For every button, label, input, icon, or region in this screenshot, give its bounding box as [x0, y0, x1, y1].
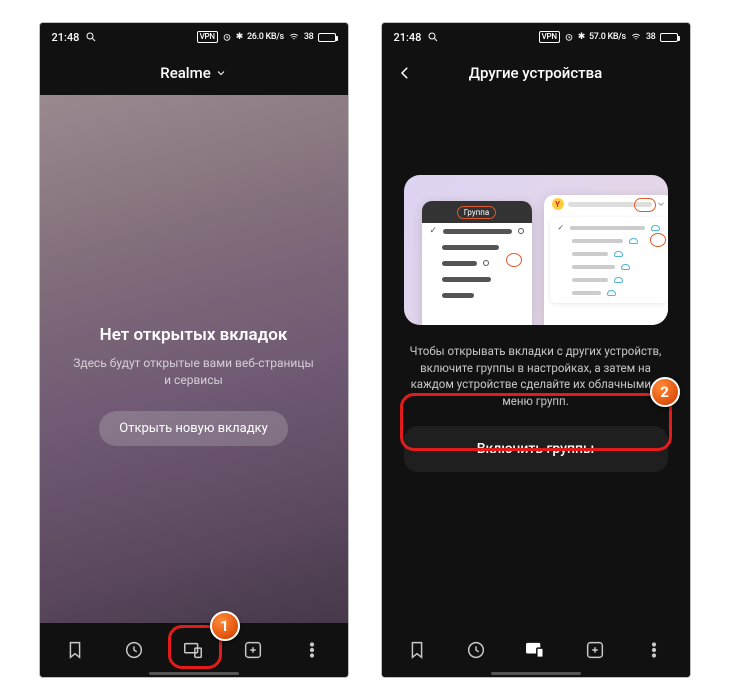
- battery-icon: [318, 33, 336, 42]
- app-header: Realme: [40, 51, 348, 95]
- chevron-down-icon[interactable]: [215, 67, 227, 79]
- step-badge-1: 1: [210, 611, 240, 641]
- search-icon: [427, 31, 439, 43]
- more-vertical-icon: [643, 639, 665, 661]
- illus-group-pill: Группа: [457, 206, 496, 219]
- app-header: Другие устройства: [382, 51, 690, 95]
- illus-tablet-mock: Y ✓: [544, 195, 668, 325]
- alarm-icon: [222, 32, 232, 42]
- net-speed: 57.0 KB/s: [589, 32, 626, 42]
- bookmarks-button[interactable]: [55, 630, 95, 670]
- devices-icon: [181, 639, 205, 661]
- net-speed: 26.0 KB/s: [247, 32, 284, 42]
- more-vertical-icon: [301, 639, 323, 661]
- illus-phone-mock: Группа ✓: [422, 201, 532, 325]
- tabs-screen-body: Нет открытых вкладок Здесь будут открыты…: [40, 95, 348, 623]
- status-bar: 21:48 VPN ✱ 26.0 KB/s 38: [40, 23, 348, 51]
- other-devices-body: Группа ✓ Y: [382, 95, 690, 623]
- phone-screen-1: 21:48 VPN ✱ 26.0 KB/s 38 Realme Нет откр…: [39, 22, 349, 678]
- search-icon: [85, 31, 97, 43]
- bookmark-icon: [64, 639, 86, 661]
- history-button[interactable]: [456, 630, 496, 670]
- more-button[interactable]: [292, 630, 332, 670]
- battery-pct: 38: [304, 32, 314, 42]
- devices-button[interactable]: [515, 630, 555, 670]
- battery-pct: 38: [646, 32, 656, 42]
- new-tab-button[interactable]: [233, 630, 273, 670]
- empty-title: Нет открытых вкладок: [70, 325, 318, 345]
- bookmarks-button[interactable]: [397, 630, 437, 670]
- bluetooth-icon: ✱: [578, 32, 585, 42]
- devices-icon: [523, 639, 547, 661]
- device-name[interactable]: Realme: [160, 64, 211, 82]
- alarm-icon: [564, 32, 574, 42]
- illustration: Группа ✓ Y: [404, 175, 668, 325]
- open-new-tab-button[interactable]: Открыть новую вкладку: [99, 411, 287, 446]
- page-title: Другие устройства: [469, 64, 602, 82]
- clock-icon: [123, 639, 145, 661]
- vpn-badge: VPN: [197, 31, 218, 43]
- history-button[interactable]: [114, 630, 154, 670]
- status-bar: 21:48 VPN ✱ 57.0 KB/s 38: [382, 23, 690, 51]
- bookmark-icon: [406, 639, 428, 661]
- status-time: 21:48: [394, 31, 422, 44]
- new-tab-button[interactable]: [575, 630, 615, 670]
- phone-screen-2: 21:48 VPN ✱ 57.0 KB/s 38 Другие устройст…: [381, 22, 691, 678]
- plus-box-icon: [584, 639, 606, 661]
- home-indicator: [149, 672, 239, 675]
- enable-groups-button[interactable]: Включить группы: [404, 426, 668, 472]
- bottom-nav: [40, 623, 348, 677]
- status-time: 21:48: [52, 31, 80, 44]
- home-indicator: [491, 672, 581, 675]
- bluetooth-icon: ✱: [236, 32, 243, 42]
- plus-box-icon: [242, 639, 264, 661]
- wifi-icon: [288, 32, 300, 42]
- step-badge-2: 2: [650, 377, 680, 407]
- back-button[interactable]: [396, 64, 414, 82]
- clock-icon: [465, 639, 487, 661]
- empty-state: Нет открытых вкладок Здесь будут открыты…: [40, 325, 348, 446]
- wifi-icon: [630, 32, 642, 42]
- more-button[interactable]: [634, 630, 674, 670]
- battery-icon: [660, 33, 678, 42]
- bottom-nav: [382, 623, 690, 677]
- help-text: Чтобы открывать вкладки с других устройс…: [410, 343, 662, 410]
- empty-subtitle: Здесь будут открытые вами веб-страницы и…: [70, 355, 318, 389]
- vpn-badge: VPN: [539, 31, 560, 43]
- devices-button[interactable]: [173, 630, 213, 670]
